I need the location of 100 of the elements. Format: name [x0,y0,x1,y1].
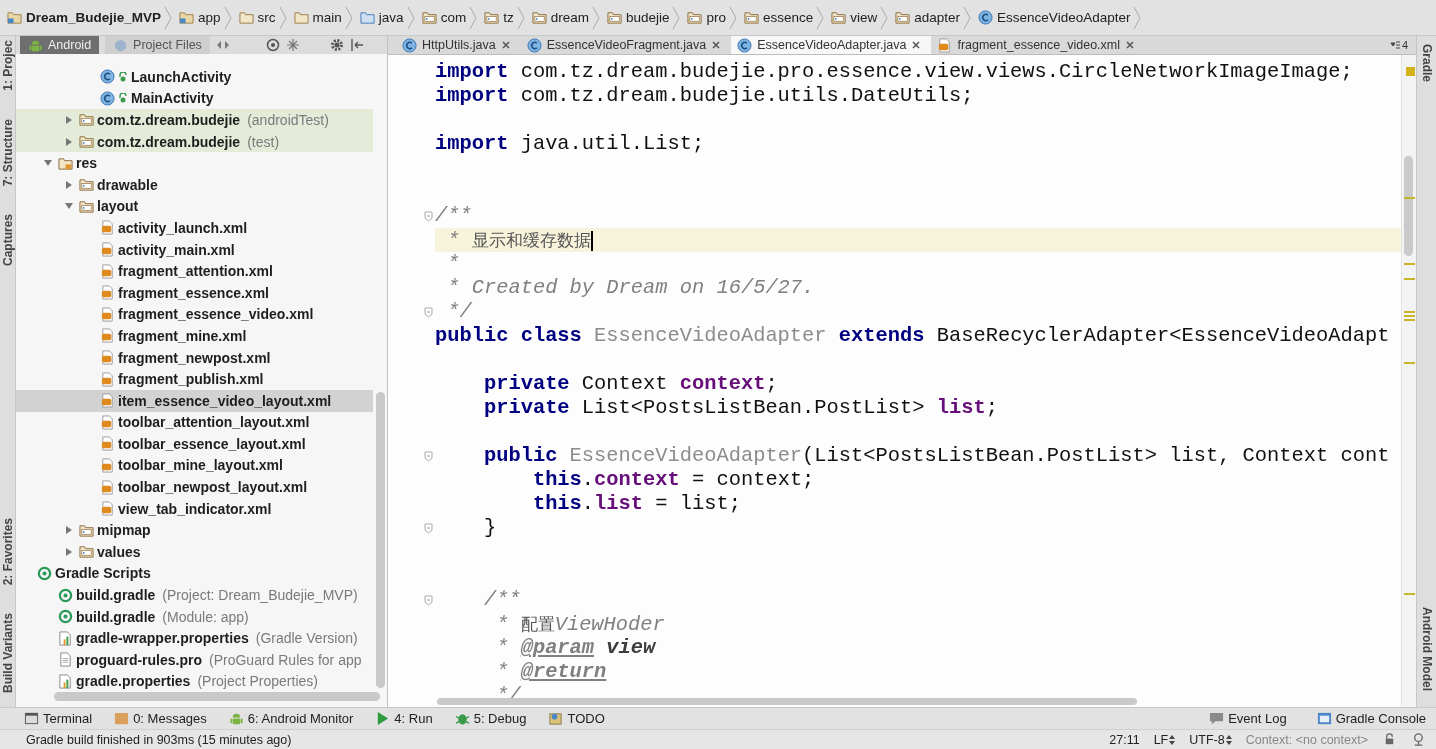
editor-tab[interactable]: fragment_essence_video.xml [931,36,1145,54]
editor-tab[interactable]: EssenceVideoAdapter.java [731,36,932,54]
close-icon[interactable] [500,40,511,50]
tab-list-button[interactable]: 4 [1383,36,1416,54]
tool-window-button[interactable]: Gradle Console [1316,711,1426,726]
expand-arrow-icon[interactable] [65,137,73,146]
tool-window-button[interactable]: Terminal [24,711,93,726]
line-separator-selector[interactable]: LF [1153,732,1176,747]
breadcrumb-item[interactable]: dream [528,6,592,29]
tool-window-button[interactable]: Build Variants [0,612,15,693]
tree-item[interactable]: activity_main.xml [16,238,373,261]
tree-item[interactable]: LaunchActivity [16,66,373,88]
fold-icon[interactable] [424,594,433,606]
expand-arrow-icon[interactable] [65,547,73,556]
tree-item[interactable]: fragment_essence_video.xml [16,303,373,326]
tool-window-button[interactable]: 6: Android Monitor [228,711,354,726]
tree-item[interactable]: toolbar_mine_layout.xml [16,454,373,477]
breadcrumb-item[interactable]: Dream_Budejie_MVP [4,6,165,29]
encoding-selector[interactable]: UTF-8 [1189,732,1232,747]
chevron-icon [591,6,600,29]
collapse-arrow-icon[interactable] [65,202,73,211]
tool-window-button[interactable]: 4: Run [375,711,433,726]
close-icon[interactable] [711,40,722,50]
tree-item[interactable]: build.gradle (Module: app) [16,605,373,628]
tool-window-button[interactable]: 5: Debug [454,711,527,726]
tool-window-button[interactable]: Captures [0,214,15,267]
fold-icon[interactable] [424,306,433,318]
tree-item[interactable]: proguard-rules.pro (ProGuard Rules for app [16,649,373,671]
tool-window-button[interactable]: Gradle [1419,44,1434,82]
tree-item[interactable]: toolbar_essence_layout.xml [16,433,373,455]
tree-item[interactable]: MainActivity [16,87,373,110]
breadcrumb-item[interactable]: tz [481,6,517,29]
tool-window-button[interactable]: 7: Structure [0,118,15,187]
tree-item[interactable]: values [16,541,373,563]
tree-item[interactable]: fragment_publish.xml [16,368,373,390]
editor-tab[interactable]: HttpUtils.java [396,36,521,54]
close-icon[interactable] [911,40,922,50]
expand-arrow-icon[interactable] [65,180,73,189]
split-arrows-icon[interactable] [215,38,230,52]
breadcrumb-item[interactable]: pro [684,6,729,29]
breadcrumb-item[interactable]: EssenceVideoAdapter [975,6,1134,29]
view-tab[interactable]: Project Files [105,36,210,54]
tree-item[interactable]: Gradle Scripts [16,562,373,585]
tree-item[interactable]: toolbar_attention_layout.xml [16,411,373,434]
close-icon[interactable] [1125,40,1135,50]
breadcrumb-item[interactable]: com [418,6,470,29]
tree-item[interactable]: gradle.properties (Project Properties) [16,670,373,693]
xml-file-icon [100,458,115,473]
breadcrumb-item[interactable]: essence [741,6,817,29]
collapse-arrow-icon[interactable] [44,159,52,168]
tree-item[interactable]: res [16,152,373,174]
tree-item[interactable]: item_essence_video_layout.xml [16,389,373,412]
tree-item[interactable]: view_tab_indicator.xml [16,497,373,520]
tool-window-button[interactable]: 2: Favorites [0,517,15,585]
tree-item[interactable]: com.tz.dream.budejie (androidTest) [16,109,373,131]
xml-file-icon [100,350,115,365]
settings-icon[interactable] [329,38,344,52]
scrollbar[interactable] [376,392,385,688]
breadcrumb-item[interactable]: app [176,6,224,29]
class-icon [737,37,753,53]
tree-item[interactable]: fragment_newpost.xml [16,346,373,369]
target-icon[interactable] [265,38,280,52]
expand-arrow-icon[interactable] [65,526,73,535]
tree-item[interactable]: drawable [16,173,373,196]
tree-item[interactable]: com.tz.dream.budejie (test) [16,130,373,153]
expand-arrow-icon[interactable] [65,116,73,124]
list-icon [1389,40,1400,50]
breadcrumb-item[interactable]: budejie [603,6,673,29]
tree-item[interactable]: fragment_essence.xml [16,281,373,304]
tree-item[interactable]: gradle-wrapper.properties (Gradle Version) [16,627,373,650]
tree-item[interactable]: activity_launch.xml [16,217,373,239]
breadcrumb-item[interactable]: src [235,6,279,29]
cursor-position[interactable]: 27:11 [1109,732,1140,747]
fold-icon[interactable] [424,450,433,462]
tree-item[interactable]: build.gradle (Project: Dream_Budejie_MVP) [16,584,373,606]
tree-item[interactable]: mipmap [16,519,373,542]
fold-icon[interactable] [424,210,433,222]
tool-window-button[interactable]: 0: Messages [114,711,207,726]
breadcrumb-item[interactable]: main [290,6,345,29]
xml-file-icon [100,393,115,409]
breadcrumb-item[interactable]: java [356,6,407,29]
scrollbar[interactable] [437,698,1137,705]
scrollbar[interactable] [1404,156,1413,256]
tool-window-button[interactable]: 1: Projec [0,40,15,91]
view-tab[interactable]: Android [20,36,100,54]
tree-item[interactable]: toolbar_newpost_layout.xml [16,476,373,498]
tree-item[interactable]: layout [16,195,373,218]
tool-window-button[interactable]: TODO [548,711,605,726]
tree-item[interactable]: fragment_mine.xml [16,325,373,347]
collapse-icon[interactable] [285,38,300,52]
tool-window-button[interactable]: Android Model [1419,607,1434,691]
hide-panel-icon[interactable] [349,38,364,52]
tree-item[interactable]: fragment_attention.xml [16,260,373,282]
breadcrumb-item[interactable]: view [828,6,881,29]
class-icon [402,37,417,53]
scrollbar[interactable] [54,692,380,701]
tool-window-button[interactable]: Event Log [1209,711,1287,726]
fold-icon[interactable] [424,522,433,534]
editor-tab[interactable]: EssenceVideoFragment.java [520,36,732,54]
breadcrumb-item[interactable]: adapter [892,6,964,29]
